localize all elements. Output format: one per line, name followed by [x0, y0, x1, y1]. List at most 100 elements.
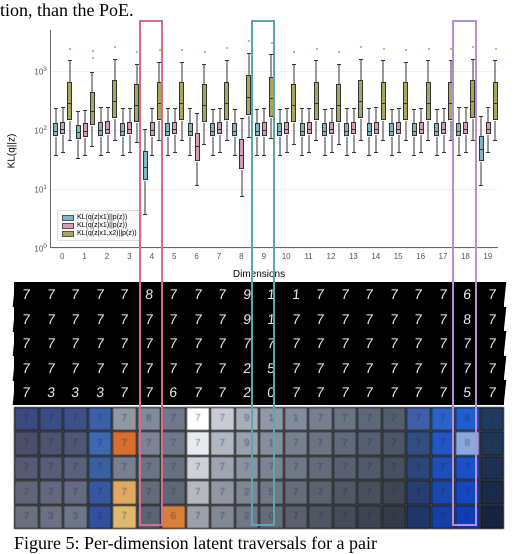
svhn-cell: 7: [39, 407, 64, 432]
svhn-cell: 7: [112, 480, 137, 505]
box: [448, 82, 453, 120]
mnist-cell: 5: [454, 380, 481, 405]
svhn-cell: 8: [137, 407, 162, 432]
mnist-cell: 7: [62, 307, 89, 332]
mnist-cell: 7: [380, 282, 407, 307]
mnist-cell: 7: [429, 331, 456, 356]
box: [358, 80, 363, 118]
mnist-cell: 7: [184, 356, 211, 381]
x-tick: 17: [439, 252, 448, 261]
svhn-cell: 9: [235, 407, 260, 432]
mnist-cell: 7: [111, 331, 138, 356]
mnist-cell: 7: [356, 331, 383, 356]
mnist-cell: 7: [331, 282, 358, 307]
box: [463, 122, 468, 135]
box: [291, 84, 296, 121]
svhn-cell: 1: [259, 407, 284, 432]
svhn-cell: 7: [235, 456, 260, 481]
y-tick: 101: [21, 184, 47, 195]
mnist-cell: 7: [160, 331, 187, 356]
mnist-cell: 7: [307, 282, 334, 307]
mnist-cell: 7: [454, 356, 481, 381]
mnist-cell: 7: [429, 380, 456, 405]
mnist-cell: 7: [86, 307, 113, 332]
x-tick: 8: [239, 252, 243, 261]
svhn-cell: 7: [308, 456, 333, 481]
svhn-cell: 7: [161, 431, 186, 456]
box: [90, 92, 95, 126]
box: [239, 139, 244, 169]
mnist-cell: 7: [13, 282, 40, 307]
x-tick: 14: [371, 252, 380, 261]
svhn-cell: 1: [259, 431, 284, 456]
mnist-cell: 7: [62, 331, 89, 356]
mnist-cell: 7: [184, 331, 211, 356]
mnist-cell: 7: [62, 282, 89, 307]
svhn-cell: 7: [431, 456, 456, 481]
svhn-cell: 7: [39, 431, 64, 456]
svhn-cell: 7: [88, 431, 113, 456]
mnist-cell: 7: [111, 307, 138, 332]
svhn-cell: 7: [186, 431, 211, 456]
svhn-cell: 2: [235, 480, 260, 505]
x-tick: 18: [461, 252, 470, 261]
mnist-cell: 7: [331, 307, 358, 332]
svhn-cell: 7: [455, 480, 480, 505]
x-tick: 1: [82, 252, 86, 261]
svhn-cell: 1: [284, 407, 309, 432]
mnist-cell: 7: [111, 282, 138, 307]
x-tick: 0: [60, 252, 64, 261]
mnist-cell: 1: [258, 307, 285, 332]
box: [351, 122, 356, 135]
box: [314, 82, 319, 120]
svhn-cell: 7: [357, 480, 382, 505]
mnist-cell: 6: [160, 380, 187, 405]
svhn-cell: 7: [406, 407, 431, 432]
svhn-cell: 7: [137, 505, 162, 530]
figure-5: KL(q||z) Dimensions KL(q(z|x1)||p(z)) KL…: [14, 26, 504, 529]
box: [269, 77, 274, 117]
svhn-cell: 5: [455, 505, 480, 530]
svhn-cell: 7: [186, 407, 211, 432]
mnist-cell: 5: [258, 356, 285, 381]
mnist-cell: 3: [37, 380, 64, 405]
box: [344, 123, 349, 135]
box: [179, 82, 184, 120]
svhn-cell: 7: [357, 456, 382, 481]
svhn-cell: 7: [210, 456, 235, 481]
box: [224, 82, 229, 120]
box: [232, 123, 237, 135]
box: [470, 80, 475, 118]
box: [284, 122, 289, 135]
mnist-cell: 7: [13, 380, 40, 405]
box: [300, 123, 305, 135]
mnist-cell: 7: [429, 282, 456, 307]
mnist-cell: 7: [135, 380, 162, 405]
mnist-cell: 7: [405, 307, 432, 332]
x-tick: 16: [416, 252, 425, 261]
box: [120, 123, 125, 135]
svhn-cell: 7: [137, 456, 162, 481]
mnist-cell: 7: [478, 282, 505, 307]
svhn-cell: 7: [186, 456, 211, 481]
mnist-cell: 6: [454, 282, 481, 307]
svhn-cell: 7: [431, 407, 456, 432]
x-tick: 4: [150, 252, 154, 261]
svhn-cell: 6: [455, 407, 480, 432]
mnist-cell: 3: [62, 380, 89, 405]
svhn-cell: 7: [112, 456, 137, 481]
svhn-cell: 7: [14, 407, 39, 432]
mnist-cell: 7: [111, 380, 138, 405]
box: [456, 123, 461, 135]
box: [217, 122, 222, 135]
mnist-cell: 7: [13, 356, 40, 381]
x-tick: 2: [105, 252, 109, 261]
mnist-cell: 7: [37, 307, 64, 332]
mnist-cell: 2: [233, 356, 260, 381]
svhn-cell: 7: [308, 480, 333, 505]
svhn-cell: 7: [88, 480, 113, 505]
y-axis-label: KL(q||z): [7, 134, 18, 169]
box: [210, 123, 215, 135]
mnist-cell: 7: [209, 356, 236, 381]
svhn-cell: 7: [333, 431, 358, 456]
